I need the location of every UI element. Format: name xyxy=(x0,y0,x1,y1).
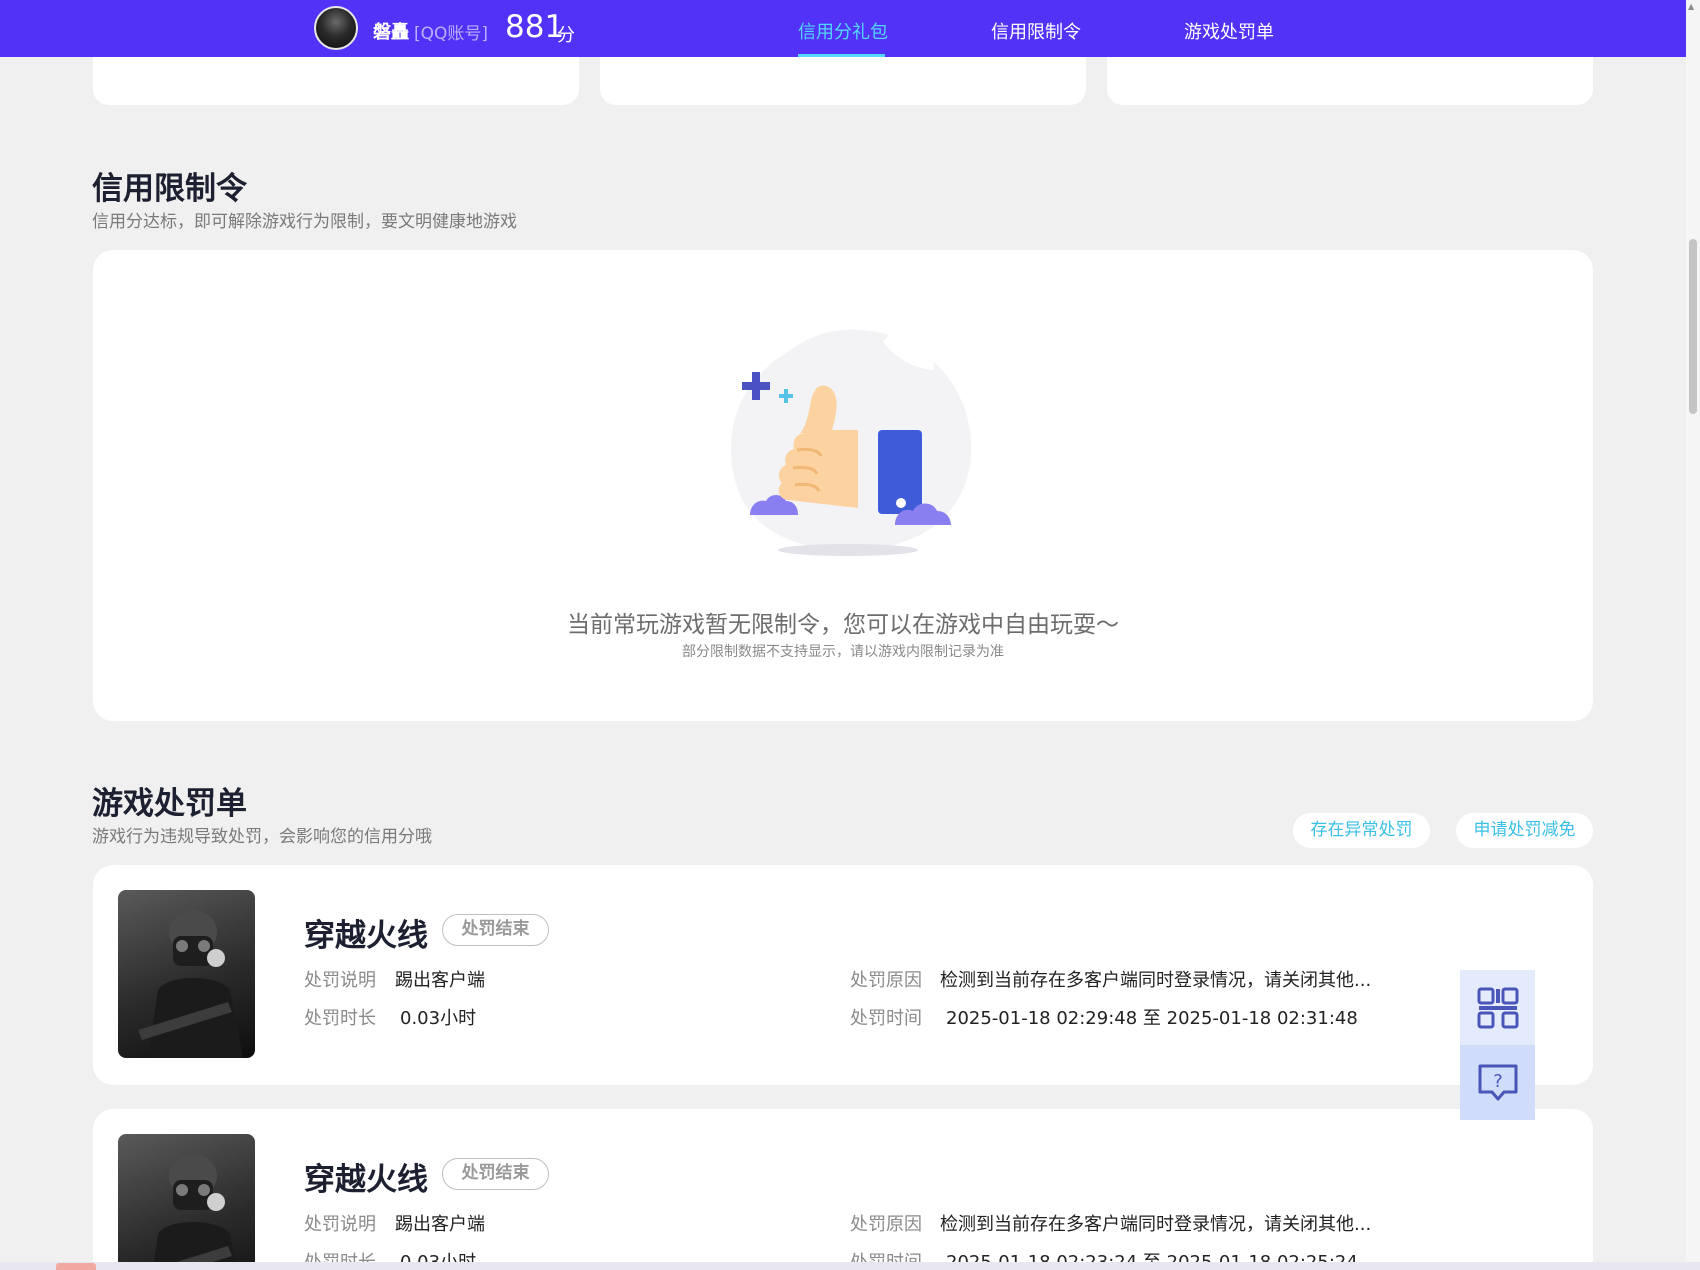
empty-state-message: 当前常玩游戏暂无限制令，您可以在游戏中自由玩耍～ xyxy=(567,612,1119,638)
game-name: 穿越火线 xyxy=(304,918,428,954)
scrollbar-thumb[interactable] xyxy=(1689,239,1697,414)
qr-code-button[interactable] xyxy=(1460,970,1535,1045)
penalty-section-title: 游戏处罚单 xyxy=(92,786,247,822)
empty-state-note: 部分限制数据不支持显示，请以游戏内限制记录为准 xyxy=(682,644,1004,660)
taskbar xyxy=(0,1262,1700,1270)
penalty-time-value: 2025-01-18 02:29:48 至 2025-01-18 02:31:4… xyxy=(946,1008,1358,1029)
credit-score: 881 xyxy=(505,9,565,45)
penalty-time-label: 处罚时间 xyxy=(850,1008,922,1029)
help-chat-icon: ? xyxy=(1478,1064,1517,1100)
penalty-reason-label: 处罚原因 xyxy=(850,1214,922,1235)
penalty-desc-label: 处罚说明 xyxy=(304,970,376,991)
tab-credit-restriction[interactable]: 信用限制令 xyxy=(991,18,1081,44)
penalty-desc-label: 处罚说明 xyxy=(304,1214,376,1235)
taskbar-app-button[interactable] xyxy=(56,1263,96,1270)
penalty-card: 穿越火线 处罚结束 处罚说明 踢出客户端 处罚时长 0.03小时 处罚原因 检测… xyxy=(93,1109,1593,1270)
game-thumbnail xyxy=(118,1134,255,1270)
penalty-desc-value: 踢出客户端 xyxy=(395,1214,485,1235)
penalty-reason-value: 检测到当前存在多客户端同时登录情况，请关闭其他... xyxy=(940,1214,1372,1235)
help-feedback-button[interactable]: ? xyxy=(1460,1045,1535,1120)
tab-credit-gift[interactable]: 信用分礼包 xyxy=(798,18,888,44)
penalty-reason-value: 检测到当前存在多客户端同时登录情况，请关闭其他... xyxy=(940,970,1372,991)
abnormal-penalty-button[interactable]: 存在异常处罚 xyxy=(1293,813,1430,848)
scroll-up-arrow-icon[interactable]: ▲ xyxy=(1688,2,1694,11)
restriction-section-title: 信用限制令 xyxy=(92,171,247,207)
scrollbar-track[interactable] xyxy=(1686,0,1700,1262)
qr-code-icon xyxy=(1477,987,1518,1028)
active-tab-indicator xyxy=(798,54,885,57)
penalty-desc-value: 踢出客户端 xyxy=(395,970,485,991)
username: 磐矗 xyxy=(373,22,409,43)
credit-score-unit: 分 xyxy=(557,25,575,46)
penalty-section-subtitle: 游戏行为违规导致处罚，会影响您的信用分哦 xyxy=(92,827,432,847)
account-type-label: [QQ账号] xyxy=(414,24,489,44)
game-thumbnail xyxy=(118,890,255,1058)
status-badge: 处罚结束 xyxy=(442,914,549,946)
apply-reduction-button[interactable]: 申请处罚减免 xyxy=(1456,813,1593,848)
status-badge: 处罚结束 xyxy=(442,1158,549,1190)
avatar[interactable] xyxy=(314,6,358,50)
penalty-duration-value: 0.03小时 xyxy=(400,1008,477,1029)
tab-game-penalty[interactable]: 游戏处罚单 xyxy=(1184,18,1274,44)
penalty-card: 穿越火线 处罚结束 处罚说明 踢出客户端 处罚时长 0.03小时 处罚原因 检测… xyxy=(93,865,1593,1085)
thumbs-up-illustration xyxy=(730,329,972,556)
penalty-reason-label: 处罚原因 xyxy=(850,970,922,991)
svg-text:?: ? xyxy=(1493,1071,1503,1092)
top-nav-bar: 磐矗 [QQ账号] 881 分 信用分礼包 信用限制令 游戏处罚单 xyxy=(0,0,1686,57)
restriction-section-subtitle: 信用分达标，即可解除游戏行为限制，要文明健康地游戏 xyxy=(92,212,517,232)
penalty-duration-label: 处罚时长 xyxy=(304,1008,376,1029)
game-name: 穿越火线 xyxy=(304,1162,428,1198)
floating-toolbar: ? xyxy=(1460,970,1535,1120)
